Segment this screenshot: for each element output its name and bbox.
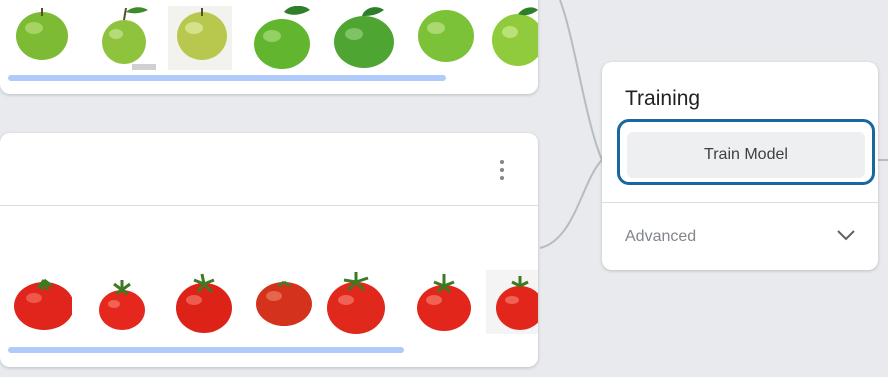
chevron-down-icon: [837, 230, 855, 241]
tomato-strip-scrollbar[interactable]: [8, 347, 404, 353]
advanced-toggle[interactable]: Advanced: [602, 203, 878, 270]
tomato-image: [8, 270, 72, 334]
more-vert-icon[interactable]: [500, 160, 504, 180]
apple-strip-scrollbar[interactable]: [8, 75, 446, 81]
tomato-image: [324, 270, 388, 334]
training-panel: Training Train Model Advanced: [602, 62, 878, 270]
tomato-image: [412, 270, 476, 334]
tomato-image: [90, 270, 154, 334]
training-title: Training: [625, 87, 701, 110]
apple-image: [490, 6, 538, 70]
class-card-divider: [0, 205, 538, 206]
class-card-tomatoes: [0, 133, 538, 367]
tomato-image: [252, 270, 316, 334]
tomato-image: [486, 270, 538, 334]
advanced-label: Advanced: [625, 228, 697, 245]
class-card-apples: [0, 0, 538, 94]
tomato-sample-strip[interactable]: [0, 270, 538, 334]
apple-image: [414, 6, 478, 70]
apple-image: [92, 6, 156, 70]
apple-image: [8, 6, 72, 70]
apple-image: [332, 6, 396, 70]
apple-sample-strip[interactable]: [0, 6, 538, 70]
apple-image: [250, 6, 314, 70]
apple-image: [168, 6, 232, 70]
train-model-button[interactable]: Train Model: [627, 132, 865, 178]
tomato-image: [172, 270, 236, 334]
